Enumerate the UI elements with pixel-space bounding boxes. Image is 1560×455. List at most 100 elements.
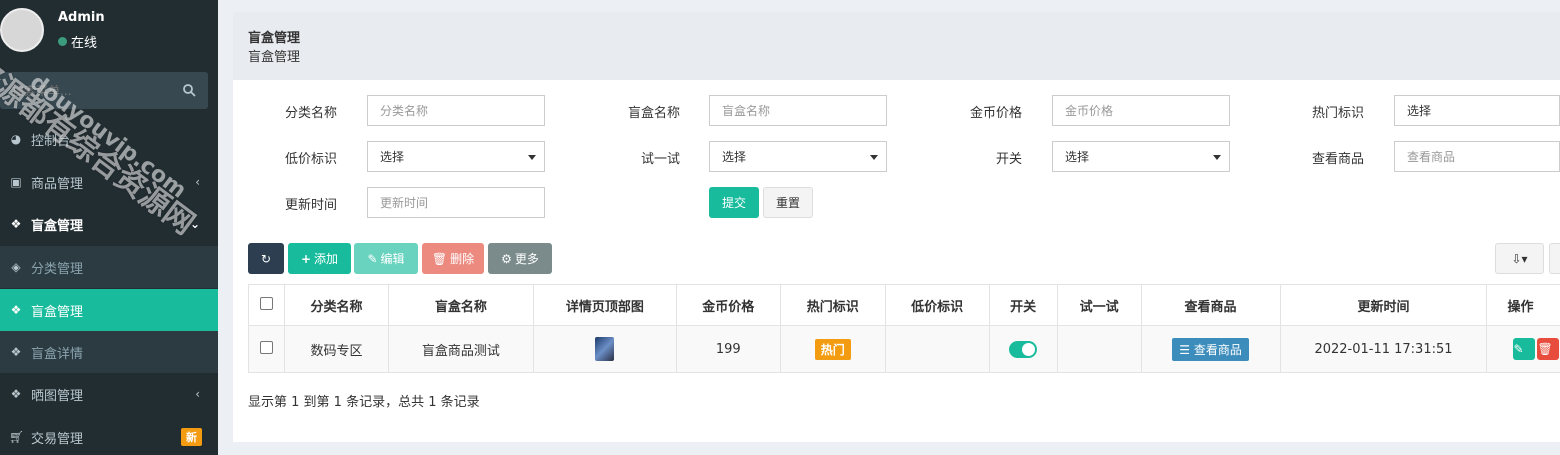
column-header[interactable]: 查看商品 (1140, 284, 1281, 326)
edit-label: 编辑 (380, 252, 405, 266)
column-header[interactable]: 开关 (988, 284, 1058, 326)
column-header[interactable]: 试一试 (1056, 284, 1142, 326)
thumbnail-image[interactable] (595, 337, 615, 361)
new-badge: 新 (181, 428, 202, 446)
dropbox-icon: ❖ (10, 387, 22, 401)
category-input[interactable]: 分类名称 (367, 95, 545, 126)
pencil-icon: ✎ (1513, 342, 1524, 356)
tags-icon: ◈ (11, 260, 21, 274)
pagination-info: 显示第 1 到第 1 条记录，总共 1 条记录 (248, 395, 480, 410)
delete-button[interactable]: 🗑︎ 删除 (422, 243, 484, 274)
image-cell (532, 325, 677, 373)
caret-down-icon (528, 155, 536, 160)
edit-button[interactable]: ✎ 编辑 (354, 243, 418, 274)
page-header: 盲盒管理 盲盒管理 (233, 12, 1560, 80)
hot-select[interactable]: 选择 (1394, 95, 1560, 126)
refresh-icon: ↻ (260, 251, 272, 266)
view-products-label: 查看商品 (1193, 342, 1242, 357)
add-label: 添加 (314, 252, 339, 266)
sidebar-item-products[interactable]: ▣ 商品管理 ‹ (0, 161, 218, 203)
low-select-value: 选择 (380, 150, 405, 164)
hot-select-value: 选择 (1407, 104, 1432, 118)
columns-button[interactable] (1549, 243, 1560, 274)
user-status: 在线 (58, 32, 97, 51)
more-label: 更多 (514, 252, 539, 266)
sidebar-item-photos[interactable]: ❖ 晒图管理 ‹ (0, 373, 218, 415)
chevron-down-icon: ⌄ (189, 217, 200, 231)
sidebar-item-label: 交易管理 (31, 431, 84, 447)
updated-input[interactable]: 更新时间 (367, 187, 545, 218)
submit-button[interactable]: 提交 (709, 187, 759, 218)
plus-icon: + (300, 251, 312, 266)
sidebar-item-dashboard[interactable]: ◕ 控制台 (0, 118, 218, 160)
column-header[interactable]: 详情页顶部图 (532, 284, 677, 326)
caret-down-icon (1213, 155, 1221, 160)
select-all-cell (248, 284, 285, 326)
table-header-row: 分类名称 盲盒名称 详情页顶部图 金币价格 热门标识 低价标识 开关 试一试 查… (248, 284, 1560, 326)
hot-badge[interactable]: 热门 (814, 338, 851, 360)
sidebar-item-blindbox[interactable]: ❖ 盲盒管理 ⌄ (0, 203, 218, 245)
trash-icon: 🗑︎ (431, 251, 448, 266)
reset-button[interactable]: 重置 (763, 187, 813, 218)
price-input[interactable]: 金币价格 (1052, 95, 1230, 126)
chevron-left-icon: ‹ (195, 175, 200, 189)
column-header[interactable]: 金币价格 (675, 284, 781, 326)
switch-toggle[interactable] (1009, 340, 1038, 358)
name-cell: 盲盒商品测试 (387, 325, 534, 373)
select-all-checkbox[interactable] (259, 296, 273, 310)
sidebar-search-input[interactable] (0, 72, 176, 109)
trial-select[interactable]: 选择 (709, 141, 887, 172)
dropbox-icon: ❖ (10, 345, 22, 359)
column-header[interactable]: 更新时间 (1279, 284, 1488, 326)
table-row: 数码专区 盲盒商品测试 199 热门 ☰ 查看商品 2022-01-11 17:… (248, 325, 1560, 373)
view-label: 查看商品 (1311, 152, 1364, 167)
column-header[interactable]: 盲盒名称 (387, 284, 534, 326)
switch-select[interactable]: 选择 (1052, 141, 1230, 172)
chevron-left-icon: ‹ (195, 387, 200, 401)
shopping-bag-icon: ▣ (10, 175, 22, 189)
hot-cell: 热门 (779, 325, 886, 373)
sidebar-item-blindbox-detail[interactable]: ❖ 盲盒详情 (0, 331, 218, 373)
column-header[interactable]: 分类名称 (283, 284, 389, 326)
low-cell (884, 325, 990, 373)
view-input[interactable]: 查看商品 (1394, 141, 1560, 172)
row-delete-button[interactable]: 🗑︎ (1537, 338, 1560, 360)
actions-cell: ✎ 🗑︎ (1486, 325, 1560, 373)
column-header[interactable]: 热门标识 (779, 284, 886, 326)
search-icon[interactable] (182, 83, 196, 97)
online-dot-icon (58, 37, 67, 46)
updated-cell: 2022-01-11 17:31:51 (1279, 325, 1488, 373)
more-button[interactable]: ⚙ 更多 (488, 243, 552, 274)
row-checkbox[interactable] (259, 340, 273, 354)
sidebar-item-label: 分类管理 (31, 261, 84, 277)
switch-select-value: 选择 (1065, 150, 1090, 164)
sidebar-item-trade[interactable]: 🛒︎ 交易管理 新 (0, 416, 218, 455)
hot-label: 热门标识 (1311, 106, 1364, 121)
export-button[interactable]: ⇩▾ (1495, 243, 1544, 274)
sidebar-item-label: 盲盒管理 (31, 304, 84, 320)
switch-cell (988, 325, 1058, 373)
view-products-button[interactable]: ☰ 查看商品 (1172, 337, 1249, 361)
avatar[interactable] (0, 8, 44, 52)
trial-cell (1056, 325, 1142, 373)
low-select[interactable]: 选择 (367, 141, 545, 172)
dropbox-icon: ❖ (10, 217, 22, 231)
sidebar-item-category[interactable]: ◈ 分类管理 (0, 246, 218, 288)
row-edit-button[interactable]: ✎ (1513, 338, 1536, 360)
category-cell: 数码专区 (283, 325, 389, 373)
main-panel: 盲盒管理 盲盒管理 分类名称 分类名称 盲盒名称 盲盒名称 金币价格 金币价格 … (233, 12, 1560, 442)
updated-label: 更新时间 (284, 198, 337, 213)
trash-icon: 🗑︎ (1537, 342, 1553, 356)
refresh-button[interactable]: ↻ (248, 243, 284, 274)
dropbox-icon: ❖ (10, 303, 22, 317)
caret-down-icon (870, 155, 878, 160)
sidebar-item-blindbox-manage[interactable]: ❖ 盲盒管理 (0, 289, 218, 331)
add-button[interactable]: + 添加 (288, 243, 351, 274)
sidebar-item-label: 盲盒详情 (31, 346, 84, 362)
sidebar-item-label: 控制台 (31, 133, 71, 149)
data-table: 分类名称 盲盒名称 详情页顶部图 金币价格 热门标识 低价标识 开关 试一试 查… (248, 284, 1560, 373)
column-header[interactable]: 低价标识 (884, 284, 990, 326)
category-label: 分类名称 (284, 106, 337, 121)
sidebar-item-label: 商品管理 (31, 176, 84, 192)
box-name-input[interactable]: 盲盒名称 (709, 95, 887, 126)
